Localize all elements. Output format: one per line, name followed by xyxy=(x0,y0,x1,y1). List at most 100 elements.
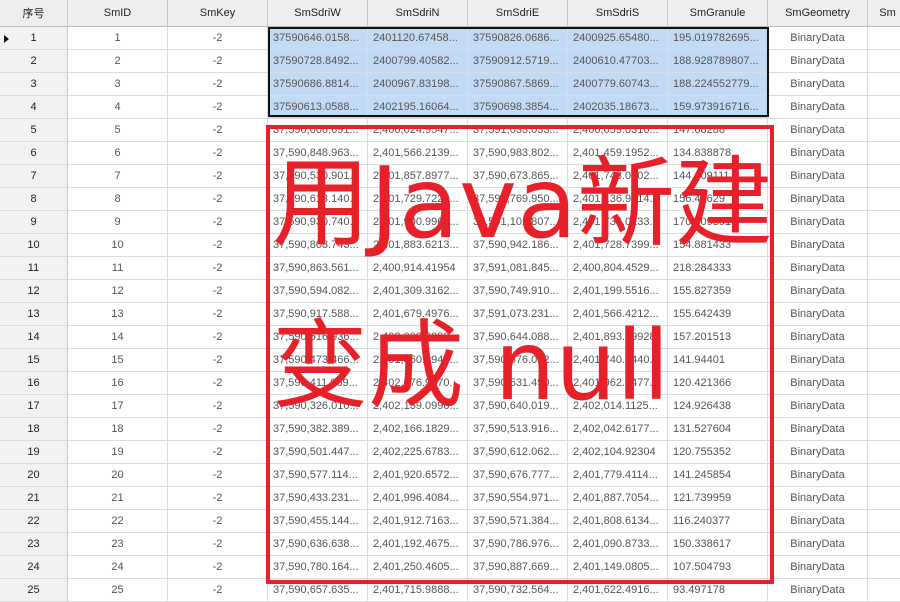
table-cell[interactable]: 1 xyxy=(68,27,168,50)
table-cell[interactable]: 37,590,983.802... xyxy=(468,142,568,165)
table-cell[interactable]: 37590686.8814... xyxy=(268,73,368,96)
table-cell[interactable]: BinaryData xyxy=(768,96,868,119)
table-cell[interactable] xyxy=(868,303,900,326)
table-cell[interactable] xyxy=(868,441,900,464)
row-number[interactable]: 15 xyxy=(0,349,68,372)
table-cell[interactable]: 2,401,887.7054... xyxy=(568,487,668,510)
table-cell[interactable]: 116.240377 xyxy=(668,510,768,533)
column-header[interactable]: SmGeometry xyxy=(768,0,868,27)
table-cell[interactable]: 37,590,554.971... xyxy=(468,487,568,510)
table-cell[interactable]: 37590912.5719... xyxy=(468,50,568,73)
table-cell[interactable]: 2,401,962.8477... xyxy=(568,372,668,395)
table-cell[interactable]: 188.928789807... xyxy=(668,50,768,73)
table-cell[interactable]: -2 xyxy=(168,142,268,165)
table-cell[interactable]: 2,402,166.1829... xyxy=(368,418,468,441)
table-cell[interactable]: 8 xyxy=(68,188,168,211)
row-number[interactable]: 21 xyxy=(0,487,68,510)
table-cell[interactable]: BinaryData xyxy=(768,142,868,165)
table-cell[interactable]: 37,590,887.669... xyxy=(468,556,568,579)
column-header[interactable]: SmKey xyxy=(168,0,268,27)
table-cell[interactable]: 2,401,566.2139... xyxy=(368,142,468,165)
table-cell[interactable]: 22 xyxy=(68,510,168,533)
table-cell[interactable]: -2 xyxy=(168,303,268,326)
table-cell[interactable] xyxy=(868,395,900,418)
row-number[interactable]: 14 xyxy=(0,326,68,349)
table-cell[interactable]: 155.642439 xyxy=(668,303,768,326)
table-cell[interactable]: 19 xyxy=(68,441,168,464)
table-cell[interactable]: 2,401,149.0805... xyxy=(568,556,668,579)
table-cell[interactable]: 37,590,594.082... xyxy=(268,280,368,303)
table-cell[interactable] xyxy=(868,556,900,579)
row-number[interactable]: 5 xyxy=(0,119,68,142)
table-cell[interactable]: 37,590,571.384... xyxy=(468,510,568,533)
table-cell[interactable] xyxy=(868,418,900,441)
row-number[interactable]: 7 xyxy=(0,165,68,188)
table-cell[interactable] xyxy=(868,165,900,188)
table-cell[interactable]: 2,401,136.9014... xyxy=(568,188,668,211)
row-number[interactable]: 22 xyxy=(0,510,68,533)
table-cell[interactable]: 2,402,014.1125... xyxy=(568,395,668,418)
table-cell[interactable]: BinaryData xyxy=(768,280,868,303)
table-cell[interactable]: 37,590,501.447... xyxy=(268,441,368,464)
column-header[interactable]: SmSdriS xyxy=(568,0,668,27)
table-cell[interactable]: 124.926438 xyxy=(668,395,768,418)
table-cell[interactable]: -2 xyxy=(168,326,268,349)
table-cell[interactable]: BinaryData xyxy=(768,234,868,257)
table-cell[interactable] xyxy=(868,510,900,533)
table-cell[interactable]: BinaryData xyxy=(768,27,868,50)
table-cell[interactable]: 37,590,382.389... xyxy=(268,418,368,441)
table-cell[interactable]: 13 xyxy=(68,303,168,326)
table-cell[interactable]: 37,590,577.114... xyxy=(268,464,368,487)
table-cell[interactable]: BinaryData xyxy=(768,303,868,326)
table-cell[interactable] xyxy=(868,464,900,487)
table-cell[interactable]: 2,402,225.6783... xyxy=(368,441,468,464)
row-number[interactable]: 2 xyxy=(0,50,68,73)
row-number[interactable]: 3 xyxy=(0,73,68,96)
table-cell[interactable]: 15 xyxy=(68,349,168,372)
row-number[interactable]: 17 xyxy=(0,395,68,418)
table-cell[interactable]: 4 xyxy=(68,96,168,119)
table-cell[interactable]: 37,590,530.901... xyxy=(268,165,368,188)
table-cell[interactable] xyxy=(868,372,900,395)
table-cell[interactable]: 2,401,900.9964... xyxy=(368,211,468,234)
row-number[interactable]: 4 xyxy=(0,96,68,119)
table-cell[interactable]: -2 xyxy=(168,50,268,73)
row-number[interactable]: 10 xyxy=(0,234,68,257)
table-cell[interactable]: -2 xyxy=(168,510,268,533)
row-number[interactable]: 8 xyxy=(0,188,68,211)
table-cell[interactable]: 2400779.60743... xyxy=(568,73,668,96)
table-cell[interactable]: 2,402,139.0990... xyxy=(368,395,468,418)
table-cell[interactable]: 121.739959 xyxy=(668,487,768,510)
table-cell[interactable]: 37,590,326.010... xyxy=(268,395,368,418)
table-cell[interactable]: BinaryData xyxy=(768,165,868,188)
table-cell[interactable]: 131.527604 xyxy=(668,418,768,441)
table-cell[interactable]: BinaryData xyxy=(768,211,868,234)
table-cell[interactable]: 2,401,250.4605... xyxy=(368,556,468,579)
table-cell[interactable]: 14 xyxy=(68,326,168,349)
table-cell[interactable]: 23 xyxy=(68,533,168,556)
table-cell[interactable]: 37,590,636.638... xyxy=(268,533,368,556)
table-cell[interactable] xyxy=(868,73,900,96)
table-cell[interactable] xyxy=(868,142,900,165)
table-cell[interactable]: 37,590,673.865... xyxy=(468,165,568,188)
table-cell[interactable]: 37,590,942.186... xyxy=(468,234,568,257)
table-cell[interactable]: 37590826.0686... xyxy=(468,27,568,50)
table-cell[interactable]: -2 xyxy=(168,556,268,579)
column-header[interactable]: 序号 xyxy=(0,0,68,27)
table-cell[interactable]: 2,401,808.6134... xyxy=(568,510,668,533)
table-cell[interactable]: -2 xyxy=(168,349,268,372)
table-cell[interactable]: BinaryData xyxy=(768,188,868,211)
table-cell[interactable]: 37,590,848.963... xyxy=(268,142,368,165)
table-cell[interactable]: 2,401,883.6213... xyxy=(368,234,468,257)
table-cell[interactable]: 2,401,459.1952... xyxy=(568,142,668,165)
table-cell[interactable] xyxy=(868,234,900,257)
table-cell[interactable]: 6 xyxy=(68,142,168,165)
table-cell[interactable]: 2,402,008.3080... xyxy=(368,326,468,349)
table-cell[interactable]: 37,591,073.231... xyxy=(468,303,568,326)
table-cell[interactable]: 37,590,613.140... xyxy=(268,188,368,211)
table-cell[interactable]: -2 xyxy=(168,464,268,487)
table-cell[interactable]: 37,590,531.490... xyxy=(468,372,568,395)
row-number[interactable]: 16 xyxy=(0,372,68,395)
column-header[interactable]: SmSdriW xyxy=(268,0,368,27)
table-cell[interactable]: 195.019782695... xyxy=(668,27,768,50)
